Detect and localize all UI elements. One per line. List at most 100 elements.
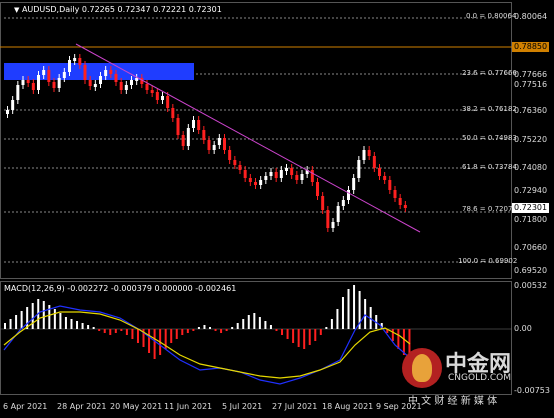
symbol-title: AUDUSD,Daily <box>21 5 80 14</box>
macd-histogram-bar <box>209 327 211 329</box>
macd-histogram-bar <box>26 307 29 329</box>
price-tick: 0.71800 <box>514 215 548 224</box>
candle <box>124 85 128 90</box>
candle <box>130 80 133 85</box>
macd-histogram-bar <box>231 327 234 329</box>
candle <box>372 156 376 168</box>
candle <box>362 150 366 160</box>
candle <box>357 160 361 178</box>
macd-histogram-bar <box>364 299 367 329</box>
symbol-dropdown-icon[interactable]: ▼ <box>14 6 19 14</box>
candle <box>99 76 102 84</box>
candle <box>316 182 319 196</box>
candle <box>388 180 392 190</box>
macd-histogram-bar <box>391 329 394 341</box>
date-label: 28 Apr 2021 <box>57 402 107 411</box>
candle <box>285 168 288 171</box>
date-label: 6 Apr 2021 <box>3 402 48 411</box>
watermark-slogan: 中 文 财 经 新 媒 体 <box>408 396 498 407</box>
candle <box>347 190 350 200</box>
macd-histogram-bar <box>341 297 344 329</box>
macd-scale-tick: 0.00 <box>514 324 532 333</box>
candle <box>398 198 402 205</box>
fib-label-61-8: 61.8 = 0.73784 <box>462 163 517 171</box>
candle <box>135 78 139 81</box>
candle <box>217 138 221 145</box>
macd-histogram-bar <box>402 329 405 355</box>
candle <box>186 128 190 146</box>
price-tick: 0.76360 <box>514 106 548 115</box>
macd-histogram-bar <box>197 327 200 329</box>
macd-histogram-bar <box>303 329 306 349</box>
fib-label-100: 100.0 = 0.69902 <box>458 257 518 265</box>
macd-histogram-bar <box>397 329 400 349</box>
candle <box>161 96 164 100</box>
ohlc-values: 0.72265 0.72347 0.72221 0.72301 <box>81 5 222 14</box>
candle <box>310 170 314 182</box>
price-tick: 0.70660 <box>514 243 548 252</box>
candle <box>6 110 9 114</box>
candle <box>336 206 340 222</box>
macd-histogram-bar <box>175 329 178 339</box>
candle <box>150 90 154 93</box>
candle <box>243 170 247 178</box>
candle <box>155 92 159 100</box>
macd-histogram-bar <box>308 329 311 345</box>
candle <box>367 150 371 156</box>
macd-histogram-bar <box>81 323 84 329</box>
candle <box>207 140 211 150</box>
candle <box>197 120 201 130</box>
candle <box>83 65 87 80</box>
macd-histogram-bar <box>64 317 67 329</box>
candle <box>192 120 195 128</box>
macd-histogram-bar <box>120 329 123 331</box>
candle <box>176 118 180 135</box>
macd-histogram-bar <box>131 329 134 339</box>
macd-histogram-bar <box>264 321 267 329</box>
candle <box>73 58 77 61</box>
candle <box>269 172 273 176</box>
candle <box>321 196 325 210</box>
candle <box>47 70 51 82</box>
candle <box>52 82 56 88</box>
price-tick: 0.80064 <box>514 12 548 21</box>
macd-histogram-bar <box>247 315 250 329</box>
macd-histogram-bar <box>325 327 328 329</box>
candle <box>57 78 61 88</box>
candle <box>403 205 407 208</box>
candle <box>181 135 185 146</box>
date-label: 20 May 2021 <box>110 402 163 411</box>
candle <box>26 80 30 83</box>
price-tick: 0.77516 <box>514 80 548 89</box>
macd-title: MACD(12,26,9) -0.002272 -0.000379 0.0000… <box>4 284 237 293</box>
candle <box>300 174 304 180</box>
macd-histogram-bar <box>347 289 350 329</box>
current-price-badge: 0.72301 <box>512 203 550 213</box>
candle <box>78 58 82 65</box>
candle <box>31 83 35 90</box>
candle <box>352 178 356 190</box>
candle <box>378 168 381 176</box>
macd-histogram-bar <box>297 329 300 347</box>
candle <box>326 210 330 228</box>
candle <box>383 176 387 180</box>
candle <box>21 80 25 85</box>
macd-histogram-bar <box>203 325 206 329</box>
macd-histogram-bar <box>269 325 272 329</box>
candle <box>104 70 108 76</box>
candle <box>341 200 345 206</box>
macd-histogram-bar <box>70 319 73 329</box>
candle <box>145 84 149 90</box>
macd-histogram-bar <box>109 329 112 335</box>
candle <box>88 80 92 86</box>
macd-histogram-bar <box>214 329 217 331</box>
macd-histogram-bar <box>242 319 245 329</box>
candle <box>171 108 175 118</box>
candle <box>238 165 242 170</box>
candle <box>259 180 263 185</box>
macd-scale-tick: 0.00532 <box>514 281 548 290</box>
candle <box>202 130 206 140</box>
date-label: 27 Jul 2021 <box>272 402 318 411</box>
date-label: 18 Aug 2021 <box>322 402 374 411</box>
macd-histogram-bar <box>15 315 18 329</box>
